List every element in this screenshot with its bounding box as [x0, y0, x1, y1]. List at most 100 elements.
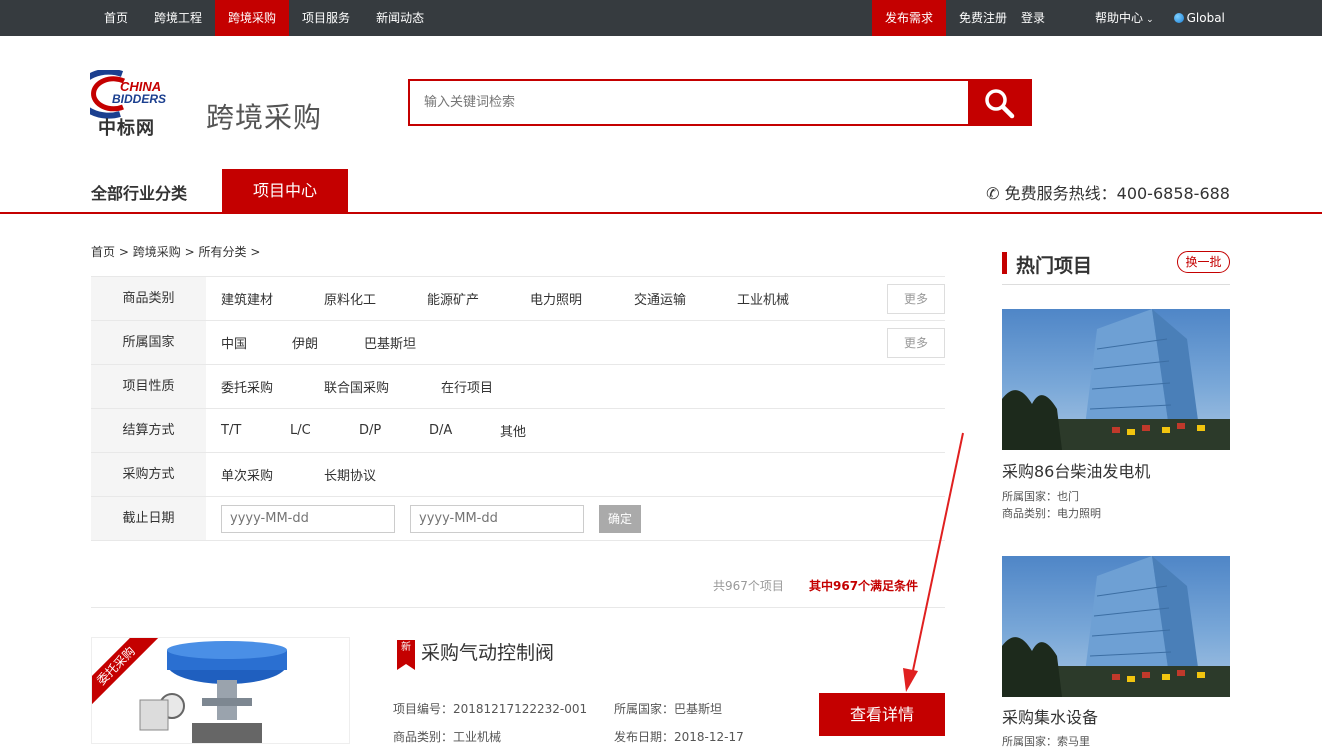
total-count: 共967个项目: [713, 579, 784, 593]
project-date: 发布日期：2018-12-17: [614, 730, 744, 744]
login-link[interactable]: 登录: [1014, 0, 1052, 36]
filter-option[interactable]: 中国: [221, 333, 292, 352]
hot-project-image[interactable]: [1002, 556, 1230, 697]
breadcrumb-separator: >: [118, 245, 129, 259]
nav-cross-border-procurement[interactable]: 跨境采购: [215, 0, 290, 36]
filter-label: 截止日期: [91, 497, 206, 540]
filter-option[interactable]: 建筑建材: [221, 289, 324, 308]
filter-option[interactable]: 巴基斯坦: [364, 333, 454, 352]
filter-label: 所属国家: [91, 321, 206, 364]
filter-label: 采购方式: [91, 453, 206, 496]
more-categories-button[interactable]: 更多: [887, 284, 945, 314]
logo-text-bidders: BIDDERS: [112, 92, 166, 106]
filter-row-deadline: 截止日期 确定: [91, 497, 945, 541]
filter-row-payment: 结算方式 T/T L/C D/P D/A 其他: [91, 409, 945, 453]
search-input[interactable]: [410, 81, 968, 124]
hot-project-image[interactable]: [1002, 309, 1230, 450]
ribbon-label: 委托采购: [92, 638, 159, 708]
nav-cross-border-engineering[interactable]: 跨境工程: [141, 0, 215, 36]
filter-option[interactable]: D/P: [359, 423, 429, 438]
category-nav: 全部行业分类 项目中心 ✆ 免费服务热线：400-6858-688: [0, 169, 1322, 214]
filter-option[interactable]: 电力照明: [530, 289, 634, 308]
help-center-label: 帮助中心: [1095, 11, 1144, 25]
start-date-input[interactable]: [221, 504, 395, 533]
accent-bar: [1002, 252, 1007, 274]
matched-count: 其中967个满足条件: [809, 579, 919, 593]
global-label: Global: [1186, 11, 1225, 25]
page-title: 跨境采购: [206, 101, 323, 134]
publish-demand-button[interactable]: 发布需求: [872, 0, 947, 36]
nav-home[interactable]: 首页: [91, 0, 141, 36]
building-photo: [1002, 556, 1230, 697]
filter-option[interactable]: 单次采购: [221, 465, 324, 484]
globe-icon: [1173, 13, 1184, 23]
hot-project-country: 所属国家：也门: [1002, 490, 1079, 503]
filter-row-method: 采购方式 单次采购 长期协议: [91, 453, 945, 497]
project-thumbnail[interactable]: 委托采购: [91, 637, 350, 744]
hot-project-country: 所属国家：索马里: [1002, 735, 1090, 748]
hotline-text: 免费服务热线：400-6858-688: [1004, 184, 1230, 203]
all-categories-menu[interactable]: 全部行业分类: [91, 180, 187, 204]
project-title[interactable]: 采购气动控制阀: [421, 638, 554, 665]
logo-chinese-name: 中标网: [98, 118, 155, 139]
filter-label: 结算方式: [91, 409, 206, 452]
global-link[interactable]: Global: [1167, 0, 1232, 36]
hot-project-title[interactable]: 采购集水设备: [1002, 704, 1098, 728]
filter-option[interactable]: 其他: [500, 421, 550, 440]
search-bar: [408, 79, 1032, 126]
filter-option[interactable]: 工业机械: [737, 289, 827, 308]
tab-project-center[interactable]: 项目中心: [222, 169, 348, 212]
register-link[interactable]: 免费注册: [952, 0, 1014, 36]
breadcrumb-all-categories[interactable]: 所有分类: [198, 245, 246, 259]
filter-option[interactable]: 交通运输: [634, 289, 737, 308]
project-title-row: 新 采购气动控制阀: [397, 638, 554, 670]
user-nav: 发布需求 免费注册 登录 帮助中心 ⌄ Global: [872, 0, 1232, 36]
filter-option[interactable]: D/A: [429, 423, 500, 438]
filter-option[interactable]: 伊朗: [292, 333, 364, 352]
main-nav: 首页 跨境工程 跨境采购 项目服务 新闻动态: [91, 0, 437, 36]
breadcrumb: 首页 > 跨境采购 > 所有分类 >: [91, 243, 260, 260]
hot-projects-header: 热门项目 换一批: [1002, 251, 1230, 285]
view-details-button[interactable]: 查看详情: [819, 693, 945, 736]
search-button[interactable]: [968, 81, 1030, 124]
nav-project-services[interactable]: 项目服务: [289, 0, 363, 36]
more-countries-button[interactable]: 更多: [887, 328, 945, 358]
project-country: 所属国家：巴基斯坦: [614, 702, 723, 716]
hot-projects-title: 热门项目: [1016, 255, 1093, 277]
confirm-date-button[interactable]: 确定: [599, 504, 641, 533]
search-icon: [985, 88, 1015, 118]
breadcrumb-separator: >: [184, 245, 195, 259]
breadcrumb-procurement[interactable]: 跨境采购: [133, 245, 181, 259]
building-photo: [1002, 309, 1230, 450]
filter-panel: 商品类别 建筑建材 原料化工 能源矿产 电力照明 交通运输 工业机械 更多 所属…: [91, 276, 945, 541]
refresh-button[interactable]: 换一批: [1177, 251, 1230, 273]
breadcrumb-home[interactable]: 首页: [91, 245, 115, 259]
filter-option[interactable]: 在行项目: [441, 377, 521, 396]
filter-option[interactable]: 委托采购: [221, 377, 324, 396]
filter-label: 项目性质: [91, 365, 206, 408]
hot-project-category: 商品类别：电力照明: [1002, 507, 1101, 520]
nav-news[interactable]: 新闻动态: [363, 0, 437, 36]
top-navigation-bar: 首页 跨境工程 跨境采购 项目服务 新闻动态 发布需求 免费注册 登录 帮助中心…: [0, 0, 1322, 36]
filter-row-nature: 项目性质 委托采购 联合国采购 在行项目: [91, 365, 945, 409]
ribbon-badge: 委托采购: [92, 638, 162, 708]
filter-option[interactable]: 能源矿产: [427, 289, 530, 308]
filter-option[interactable]: T/T: [221, 423, 290, 438]
service-hotline: ✆ 免费服务热线：400-6858-688: [986, 180, 1230, 204]
project-code: 项目编号：20181217122232-001: [393, 702, 588, 716]
filter-option[interactable]: 原料化工: [324, 289, 427, 308]
chevron-down-icon: ⌄: [1146, 15, 1154, 25]
filter-option[interactable]: L/C: [290, 423, 359, 438]
end-date-input[interactable]: [410, 504, 584, 533]
new-badge: 新: [397, 639, 415, 670]
breadcrumb-separator: >: [250, 245, 261, 259]
help-center-menu[interactable]: 帮助中心 ⌄: [1088, 0, 1161, 36]
filter-option[interactable]: 联合国采购: [324, 377, 441, 396]
phone-icon: ✆: [986, 184, 1000, 203]
results-divider: [91, 607, 945, 608]
filter-row-country: 所属国家 中国 伊朗 巴基斯坦 更多: [91, 321, 945, 365]
filter-label: 商品类别: [91, 277, 206, 320]
hot-project-title[interactable]: 采购86台柴油发电机: [1002, 458, 1150, 482]
project-category: 商品类别：工业机械: [393, 730, 502, 744]
filter-option[interactable]: 长期协议: [324, 465, 404, 484]
